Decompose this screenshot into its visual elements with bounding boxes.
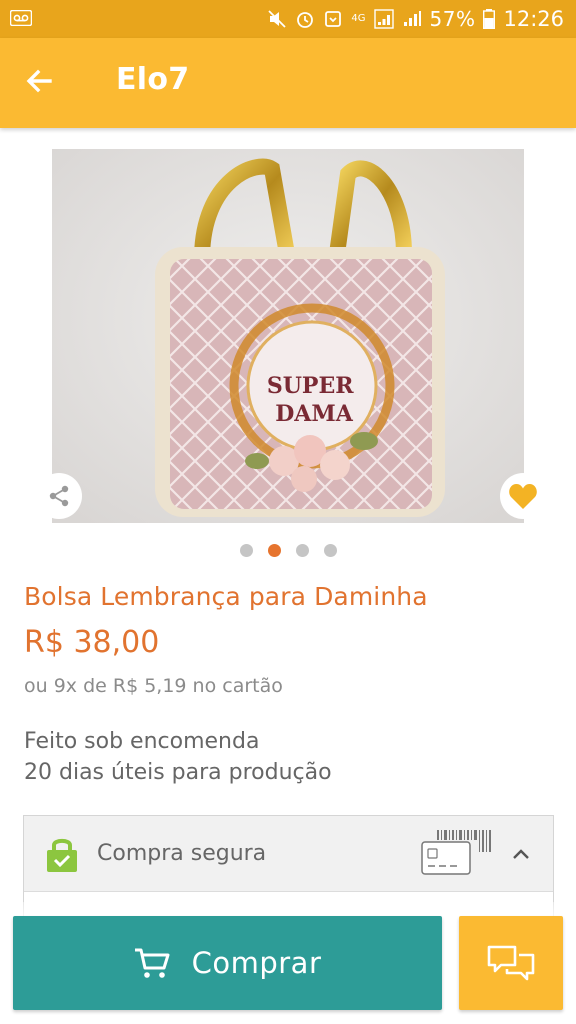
status-icons: 4G 57% 12:26 <box>267 0 564 38</box>
secure-purchase-header[interactable]: Compra segura <box>24 816 553 892</box>
network-type: 4G <box>351 13 366 24</box>
product-photo: SUPER DAMA <box>52 149 524 523</box>
chat-button[interactable] <box>459 916 563 1010</box>
share-icon <box>49 485 69 507</box>
gallery-dot[interactable] <box>296 544 309 557</box>
gallery-dot[interactable] <box>324 544 337 557</box>
bag-print-line1: SUPER <box>267 373 354 399</box>
signal-4g-icon <box>373 9 394 29</box>
gallery-dot-active[interactable] <box>268 544 281 557</box>
gallery-dot[interactable] <box>240 544 253 557</box>
notification-icon <box>325 11 342 27</box>
clock: 12:26 <box>503 7 564 31</box>
battery-percent: 57% <box>429 7 476 31</box>
product-image[interactable]: SUPER DAMA <box>52 149 524 523</box>
made-to-order-text: Feito sob encomenda <box>24 729 260 754</box>
production-time-text: 20 dias úteis para produção <box>24 760 332 785</box>
mute-icon <box>268 10 287 28</box>
installments-text: ou 9x de R$ 5,19 no cartão <box>24 675 283 697</box>
gallery-pagination <box>240 544 337 557</box>
alarm-icon <box>297 12 314 28</box>
heart-icon <box>509 484 537 509</box>
chevron-up-icon[interactable] <box>509 842 533 866</box>
cart-icon <box>134 948 170 978</box>
voicemail-icon <box>10 10 32 26</box>
bag-print-line2: DAMA <box>275 401 354 427</box>
app-title: Elo7 <box>116 62 190 97</box>
buy-button-label: Comprar <box>191 946 322 980</box>
signal-icon <box>403 11 421 26</box>
credit-card-icon <box>421 830 491 875</box>
secure-purchase-label: Compra segura <box>97 841 267 866</box>
arrow-left-icon[interactable] <box>22 64 56 98</box>
buy-button[interactable]: Comprar <box>13 916 442 1010</box>
product-price: R$ 38,00 <box>24 625 160 660</box>
share-button[interactable] <box>36 473 82 519</box>
status-bar: 4G 57% 12:26 <box>0 0 576 38</box>
chat-icon <box>487 945 535 981</box>
battery-icon <box>483 9 496 29</box>
lock-icon <box>47 838 77 872</box>
product-title: Bolsa Lembrança para Daminha <box>24 582 428 611</box>
favorite-button[interactable] <box>500 473 546 519</box>
app-bar: Elo7 <box>0 38 576 128</box>
